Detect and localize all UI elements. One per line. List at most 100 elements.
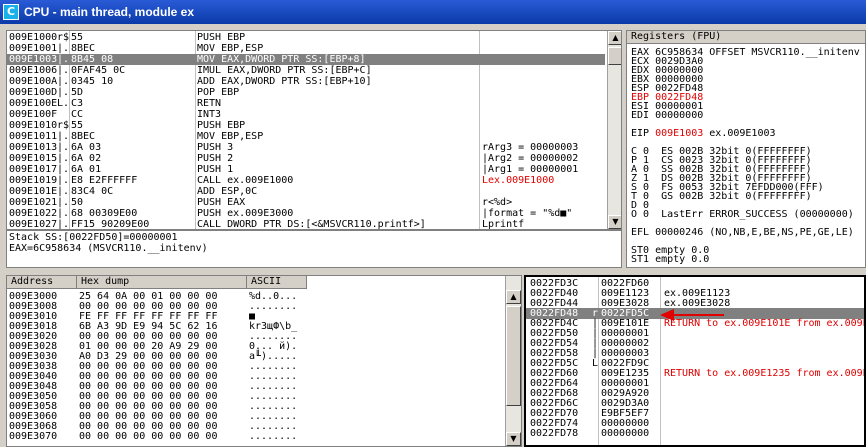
disassembly-row[interactable]: 009E100D |. 5D POP EBP — [7, 87, 605, 98]
hex-dump-pane[interactable]: Address Hex dump ASCII 009E3000 25 64 0A … — [6, 275, 522, 447]
disassembly-row[interactable]: 009E1000 r$ 55 PUSH EBP — [7, 32, 605, 43]
instruction-comment: |format = "%d■" — [482, 208, 573, 219]
branch-marker: |. — [57, 153, 70, 164]
stack-row[interactable]: 0022FD78 00000000 — [526, 428, 864, 439]
instruction-comment: |Arg1 = 00000001 — [482, 164, 579, 175]
instruction-mnemonic: CALL DWORD PTR DS:[<&MSVCR110.printf>] — [197, 219, 426, 230]
instruction-bytes: CC — [71, 109, 84, 120]
disassembly-row[interactable]: 009E1010 r$ 55 PUSH EBP — [7, 120, 605, 131]
registers-pane[interactable]: Registers (FPU) EAX 6C958634 OFFSET MSVC… — [626, 30, 866, 268]
instruction-comment: Lprintf — [482, 219, 525, 230]
disassembly-row[interactable]: 009E100A |. 0345 10 ADD EAX,DWORD PTR SS:[E… — [7, 76, 605, 87]
instruction-address: 009E100D — [9, 87, 58, 98]
disassembly-row[interactable]: 009E1022 |. 68 00309E00 PUSH ex.009E3000 |fo… — [7, 208, 605, 219]
branch-marker: |. — [57, 65, 70, 76]
disassembly-row[interactable]: 009E1015 |. 6A 02 PUSH 2 |Arg2 = 00000002 — [7, 153, 605, 164]
scroll-thumb[interactable] — [608, 47, 621, 65]
disassembly-row[interactable]: 009E1003 |. 8B45 08 MOV EAX,DWORD PTR SS:[E… — [7, 54, 605, 65]
scroll-up-arrow-icon[interactable]: ▲ — [506, 290, 521, 304]
stack-pane[interactable]: 0022FD3C 0022FD60 0022FD40 009E1123 ex.009… — [524, 275, 866, 447]
disassembly-row[interactable]: 009E101E |. 83C4 0C ADD ESP,0C — [7, 186, 605, 197]
instruction-bytes: 8B45 08 — [71, 54, 114, 65]
instruction-bytes: 6A 01 — [71, 164, 102, 175]
cpu-app-icon: C — [3, 4, 19, 20]
register-line[interactable]: O 0 LastErr ERROR_SUCCESS (00000000) — [631, 209, 854, 220]
registers-header[interactable]: Registers (FPU) — [627, 31, 865, 44]
disassembly-row[interactable]: 009E1011 |. 8BEC MOV EBP,ESP — [7, 131, 605, 142]
disassembly-row[interactable]: 009E1017 |. 6A 01 PUSH 1 |Arg1 = 00000001 — [7, 164, 605, 175]
dump-header-hex[interactable]: Hex dump — [77, 276, 247, 289]
instruction-bytes: 50 — [71, 197, 84, 208]
dump-row[interactable]: 009E3070 00 00 00 00 00 00 00 00........ — [7, 431, 503, 442]
instruction-bytes: 5D — [71, 87, 84, 98]
disassembly-row[interactable]: 009E1001 |. 8BEC MOV EBP,ESP — [7, 43, 605, 54]
disassembly-row[interactable]: 009E100F CC INT3 — [7, 109, 605, 120]
disassembly-row[interactable]: 009E1021 |. 50 PUSH EAX r<%d> — [7, 197, 605, 208]
branch-marker: L. — [57, 98, 70, 109]
instruction-mnemonic: POP EBP — [197, 87, 240, 98]
scroll-up-arrow-icon[interactable]: ▲ — [608, 31, 621, 45]
disassembly-row[interactable]: 009E1013 |. 6A 03 PUSH 3 rArg3 = 00000003 — [7, 142, 605, 153]
disassembly-row[interactable]: 009E1019 |. E8 E2FFFFFF CALL ex.009E1000 Lex… — [7, 175, 605, 186]
instruction-address: 009E1017 — [9, 164, 58, 175]
disassembly-pane[interactable]: 009E1000 r$ 55 PUSH EBP 009E1001 |. 8BEC MOV EB… — [6, 30, 622, 230]
register-line[interactable]: T 0 GS 002B 32bit 0(FFFFFFFF) — [631, 191, 812, 202]
dump-header-address[interactable]: Address — [7, 276, 77, 289]
instruction-comment: r<%d> — [482, 197, 513, 208]
dump-ascii: ........ — [249, 431, 298, 442]
branch-marker: r$ — [57, 32, 70, 43]
stack-address: 0022FD78 — [530, 428, 579, 439]
register-line[interactable]: ST1 empty 0.0 — [631, 254, 709, 265]
instruction-mnemonic: MOV EAX,DWORD PTR SS:[EBP+8] — [197, 54, 366, 65]
instruction-address: 009E1013 — [9, 142, 58, 153]
branch-marker: |. — [57, 76, 70, 87]
instruction-mnemonic: IMUL EAX,DWORD PTR SS:[EBP+C] — [197, 65, 372, 76]
instruction-mnemonic: PUSH 2 — [197, 153, 234, 164]
instruction-address: 009E1006 — [9, 65, 58, 76]
disassembly-scrollbar[interactable]: ▲ ▼ — [607, 31, 621, 229]
dump-address: 009E3070 — [9, 431, 58, 442]
instruction-address: 009E101E — [9, 186, 58, 197]
scroll-down-arrow-icon[interactable]: ▼ — [608, 215, 621, 229]
info-pane: Stack SS:[0022FD50]=00000001 EAX=6C95863… — [6, 230, 622, 268]
scroll-down-arrow-icon[interactable]: ▼ — [506, 432, 521, 446]
instruction-address: 009E1001 — [9, 43, 58, 54]
register-line[interactable]: EDI 00000000 — [631, 110, 703, 121]
register-line[interactable]: EFL 00000246 (NO,NB,E,BE,NS,PE,GE,LE) — [631, 227, 854, 238]
instruction-address: 009E1022 — [9, 208, 58, 219]
instruction-bytes: 68 00309E00 — [71, 208, 138, 219]
instruction-bytes: E8 E2FFFFFF — [71, 175, 138, 186]
instruction-address: 009E100F — [9, 109, 58, 120]
disassembly-row[interactable]: 009E100E L. C3 RETN — [7, 98, 605, 109]
branch-marker: |. — [57, 54, 70, 65]
instruction-mnemonic: PUSH EAX — [197, 197, 246, 208]
instruction-mnemonic: RETN — [197, 98, 222, 109]
instruction-bytes: 83C4 0C — [71, 186, 114, 197]
instruction-address: 009E1021 — [9, 197, 58, 208]
disassembly-row[interactable]: 009E1027 |. FF15 90209E00 CALL DWORD PTR DS… — [7, 219, 605, 230]
dump-scrollbar[interactable]: ▲ ▼ — [505, 276, 521, 446]
instruction-mnemonic: PUSH ex.009E3000 — [197, 208, 294, 219]
branch-marker: |. — [57, 219, 70, 230]
instruction-bytes: 6A 02 — [71, 153, 102, 164]
instruction-address: 009E1011 — [9, 131, 58, 142]
instruction-address: 009E1027 — [9, 219, 58, 230]
instruction-mnemonic: CALL ex.009E1000 — [197, 175, 294, 186]
branch-marker: |. — [57, 164, 70, 175]
instruction-bytes: 8BEC — [71, 131, 96, 142]
instruction-comment: rArg3 = 00000003 — [482, 142, 579, 153]
info-line-stack: Stack SS:[0022FD50]=00000001 — [9, 232, 178, 243]
instruction-address: 009E1010 — [9, 120, 58, 131]
disassembly-row[interactable]: 009E1006 |. 0FAF45 0C IMUL EAX,DWORD PTR SS… — [7, 65, 605, 76]
register-line[interactable]: EIP 009E1003 ex.009E1003 — [631, 128, 776, 139]
instruction-mnemonic: PUSH 3 — [197, 142, 234, 153]
branch-marker: |. — [57, 142, 70, 153]
title-bar[interactable]: C CPU - main thread, module ex — [0, 0, 866, 24]
instruction-mnemonic: PUSH EBP — [197, 32, 246, 43]
instruction-mnemonic: PUSH EBP — [197, 120, 246, 131]
scroll-thumb[interactable] — [506, 306, 521, 406]
instruction-mnemonic: MOV EBP,ESP — [197, 43, 264, 54]
instruction-mnemonic: INT3 — [197, 109, 222, 120]
instruction-bytes: 8BEC — [71, 43, 96, 54]
dump-header-ascii[interactable]: ASCII — [247, 276, 307, 289]
